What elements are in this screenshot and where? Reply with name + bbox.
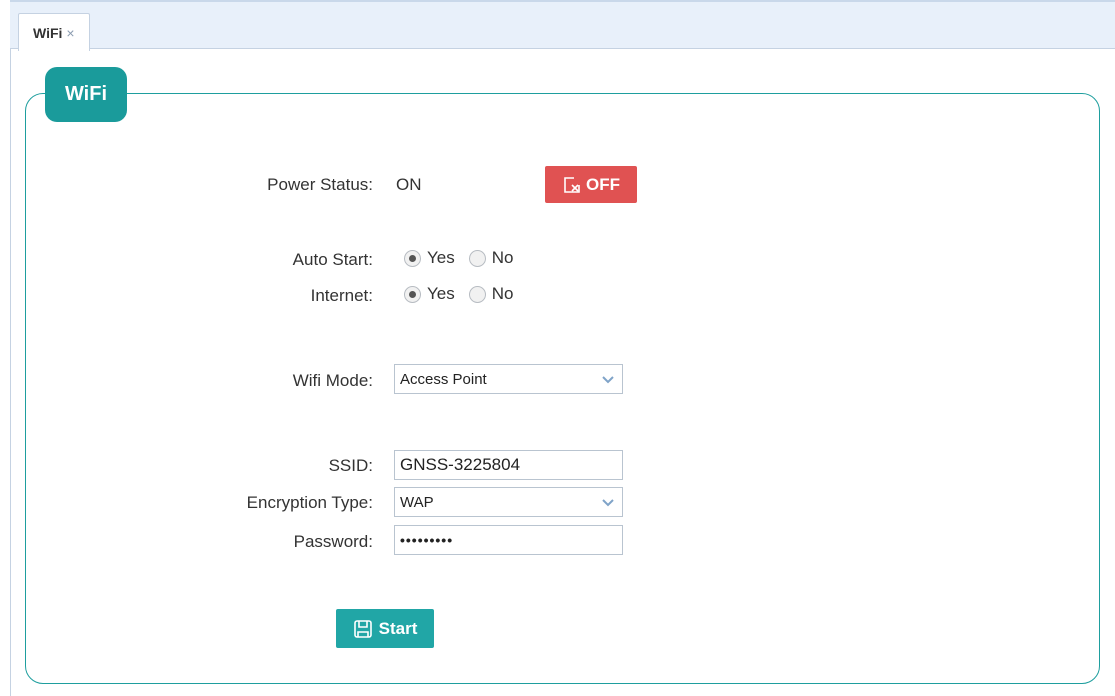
internet-no-radio[interactable]	[468, 285, 486, 303]
auto-start-radio-group: Yes No	[404, 248, 527, 268]
auto-start-yes-radio[interactable]	[404, 249, 421, 267]
internet-label: Internet:	[310, 286, 373, 305]
chevron-down-icon	[602, 376, 614, 384]
power-off-button[interactable]: OFF	[545, 166, 637, 203]
internet-yes-radio[interactable]	[404, 285, 421, 303]
password-label: Password:	[293, 532, 373, 551]
password-input[interactable]: •••••••••	[394, 525, 623, 555]
wifi-mode-label: Wifi Mode:	[292, 371, 373, 390]
start-label: Start	[378, 618, 418, 638]
tab-wifi[interactable]: WiFi ×	[18, 13, 90, 51]
close-box-icon	[564, 176, 580, 193]
power-off-label: OFF	[586, 174, 620, 194]
save-icon	[353, 619, 372, 638]
tab-label: WiFi	[33, 24, 63, 41]
internet-no-label: No	[491, 284, 514, 303]
auto-start-no-label: No	[491, 248, 514, 267]
close-icon[interactable]: ×	[66, 25, 74, 41]
auto-start-no-radio[interactable]	[468, 249, 486, 267]
auto-start-yes-label: Yes	[427, 248, 455, 267]
wifi-mode-select[interactable]: Access Point	[394, 364, 623, 394]
ssid-label: SSID:	[328, 456, 373, 475]
power-status-label: Power Status:	[267, 175, 373, 194]
encryption-type-select[interactable]: WAP	[394, 487, 623, 517]
tab-bar: WiFi ×	[10, 0, 1115, 51]
chevron-down-icon	[602, 499, 614, 507]
start-button[interactable]: Start	[336, 609, 434, 648]
ssid-value: GNSS-3225804	[400, 455, 521, 474]
ssid-input[interactable]: GNSS-3225804	[394, 450, 623, 480]
auto-start-label: Auto Start:	[292, 250, 373, 269]
internet-radio-group: Yes No	[404, 284, 527, 304]
password-value: •••••••••	[400, 532, 454, 548]
power-status-value: ON	[396, 175, 422, 194]
internet-yes-label: Yes	[427, 284, 455, 303]
encryption-type-label: Encryption Type:	[246, 493, 373, 512]
wifi-mode-value: Access Point	[400, 370, 487, 388]
encryption-type-value: WAP	[400, 493, 434, 511]
panel-title: WiFi	[45, 67, 127, 122]
